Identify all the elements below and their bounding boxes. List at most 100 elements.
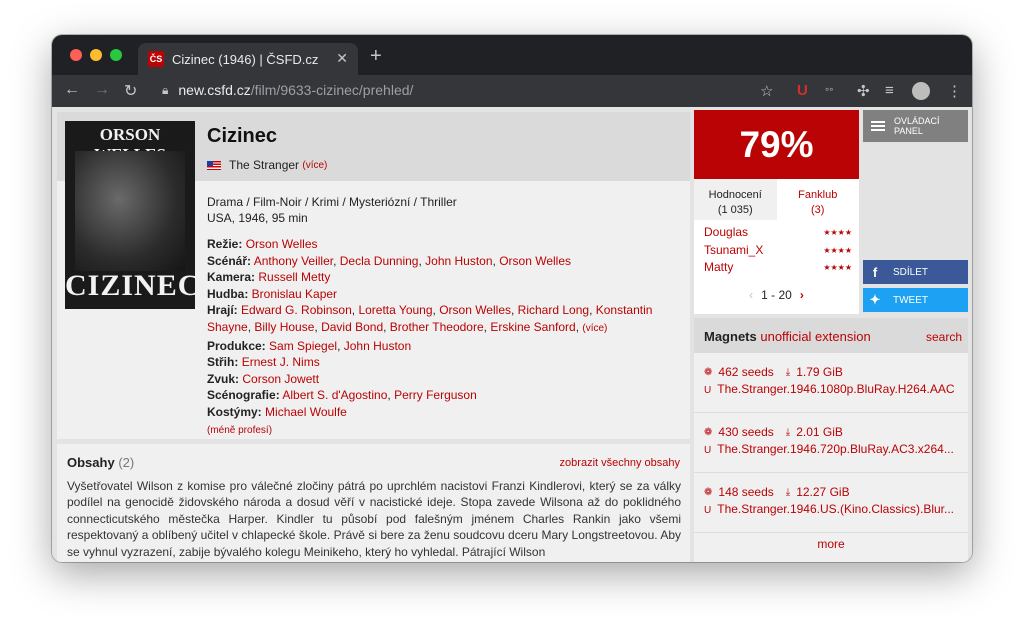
film-creators: Režie: Orson Welles Scénář: Anthony Veil… bbox=[207, 237, 653, 436]
share-tw-label: TWEET bbox=[893, 294, 928, 306]
tab-fanclub[interactable]: Fanklub (3) bbox=[776, 179, 859, 220]
magnet-link[interactable]: The.Stranger.1946.720p.BluRay.AC3.x264..… bbox=[717, 442, 954, 456]
fewer-professions-link[interactable]: (méně profesí) bbox=[207, 425, 272, 436]
creator-link[interactable]: Michael Woulfe bbox=[265, 405, 347, 419]
plots-count: (2) bbox=[118, 455, 135, 470]
magnet-icon: U bbox=[704, 385, 712, 396]
creator-link[interactable]: Bronislau Kaper bbox=[252, 287, 337, 301]
facebook-share-button[interactable]: f SDÍLET bbox=[863, 260, 968, 284]
bookmark-star-icon[interactable]: ☆ bbox=[760, 82, 773, 100]
seeds-icon: ❁ bbox=[704, 486, 713, 498]
url-path: /film/9633-cizinec/prehled/ bbox=[250, 82, 414, 98]
forward-arrow-icon[interactable]: → bbox=[94, 81, 110, 99]
film-title: Cizinec bbox=[207, 125, 278, 147]
creator-link[interactable]: Decla Dunning bbox=[340, 254, 419, 268]
minimize-window-button[interactable] bbox=[90, 49, 102, 61]
rating-box: 79% Hodnocení (1 035) Fanklub (3) Douglas ★… bbox=[694, 110, 859, 314]
magnet-extension-icon[interactable]: U bbox=[797, 82, 808, 99]
address-bar[interactable]: 🔒︎ new.csfd.cz/film/9633-cizinec/prehled… bbox=[162, 82, 413, 98]
list-item: Tsunami_X ★★★★ bbox=[704, 242, 852, 260]
close-window-button[interactable] bbox=[70, 49, 82, 61]
rating-score: 79% bbox=[694, 110, 859, 179]
more-titles-link[interactable]: (více) bbox=[302, 160, 327, 171]
creator-link[interactable]: Albert S. d'Agostino bbox=[282, 388, 387, 402]
actor-link[interactable]: Edward G. Robinson bbox=[241, 303, 352, 317]
reload-icon[interactable]: ↻ bbox=[124, 81, 137, 101]
facebook-icon: f bbox=[872, 264, 878, 280]
actor-link[interactable]: Loretta Young bbox=[358, 303, 432, 317]
cast-more-link[interactable]: (více) bbox=[582, 323, 607, 334]
creator-link[interactable]: Anthony Veiller bbox=[254, 254, 333, 268]
hamburger-icon bbox=[871, 121, 885, 131]
seeds-count: 462 seeds bbox=[718, 365, 774, 379]
seeds-count: 148 seeds bbox=[718, 485, 774, 499]
actor-link[interactable]: Brother Theodore bbox=[390, 320, 484, 334]
stars-icon: ★★★★ bbox=[823, 228, 852, 237]
download-icon: ⤓ bbox=[785, 426, 791, 438]
url-host: new.csfd.cz bbox=[178, 82, 251, 98]
new-tab-icon[interactable]: + bbox=[370, 45, 382, 68]
seeds-icon: ❁ bbox=[704, 426, 713, 438]
creator-link[interactable]: Russell Metty bbox=[258, 270, 330, 284]
actor-link[interactable]: Billy House bbox=[254, 320, 314, 334]
creator-link[interactable]: Corson Jowett bbox=[242, 372, 319, 386]
profile-avatar-icon[interactable] bbox=[912, 82, 930, 100]
maximize-window-button[interactable] bbox=[110, 49, 122, 61]
browser-window: ČS Cizinec (1946) | ČSFD.cz ✕ + ← → ↻ 🔒︎… bbox=[52, 35, 972, 562]
rating-pager: ‹ 1 - 20 › bbox=[694, 288, 859, 302]
magnets-search-link[interactable]: search bbox=[926, 330, 962, 344]
creator-link[interactable]: Orson Welles bbox=[246, 237, 318, 251]
download-icon: ⤓ bbox=[785, 486, 791, 498]
actor-link[interactable]: Orson Welles bbox=[439, 303, 511, 317]
film-poster[interactable]: ORSON WELLES CIZINEC bbox=[65, 121, 195, 309]
creator-link[interactable]: John Huston bbox=[344, 339, 411, 353]
list-item: Matty ★★★★ bbox=[704, 259, 852, 277]
screenplay-label: Scénář: bbox=[207, 253, 252, 268]
list-item: ❁ 462 seeds ⤓ 1.79 GiB U The.Stranger.1946.1… bbox=[694, 353, 968, 413]
magnets-panel: Magnets unofficial extension search ❁ 462… bbox=[694, 318, 968, 562]
browser-tab[interactable]: ČS Cizinec (1946) | ČSFD.cz ✕ bbox=[138, 43, 358, 75]
magnet-link[interactable]: The.Stranger.1946.US.(Kino.Classics).Blu… bbox=[717, 502, 954, 516]
twitter-share-button[interactable]: ✦ TWEET bbox=[863, 288, 968, 312]
menu-kebab-icon[interactable]: ⋮ bbox=[947, 82, 962, 100]
tab-close-icon[interactable]: ✕ bbox=[336, 50, 348, 67]
back-arrow-icon[interactable]: ← bbox=[64, 81, 80, 99]
creator-link[interactable]: Orson Welles bbox=[499, 254, 571, 268]
creator-link[interactable]: Sam Spiegel bbox=[269, 339, 337, 353]
magnets-title: Magnets bbox=[704, 329, 757, 344]
creator-link[interactable]: John Huston bbox=[425, 254, 492, 268]
user-link[interactable]: Matty bbox=[704, 259, 733, 277]
magnets-more-link[interactable]: more bbox=[694, 537, 968, 551]
actor-link[interactable]: Richard Long bbox=[518, 303, 589, 317]
tab-fanclub-count: (3) bbox=[811, 204, 825, 216]
sound-label: Zvuk: bbox=[207, 371, 240, 386]
actor-link[interactable]: David Bond bbox=[321, 320, 383, 334]
file-size: 1.79 GiB bbox=[796, 365, 843, 379]
show-all-plots-link[interactable]: zobrazit všechny obsahy bbox=[560, 457, 680, 469]
magnet-link[interactable]: The.Stranger.1946.1080p.BluRay.H264.AAC bbox=[717, 382, 954, 396]
csfd-favicon-icon: ČS bbox=[148, 51, 164, 67]
extensions-puzzle-icon[interactable]: ✣ bbox=[857, 82, 870, 100]
stars-icon: ★★★★ bbox=[823, 245, 852, 255]
editing-label: Střih: bbox=[207, 355, 239, 370]
tab-ratings[interactable]: Hodnocení (1 035) bbox=[694, 179, 777, 220]
creator-link[interactable]: Perry Ferguson bbox=[394, 388, 477, 402]
plots-section: Obsahy (2) zobrazit všechny obsahy Vyšet… bbox=[57, 444, 690, 562]
actor-link[interactable]: Erskine Sanford bbox=[490, 320, 575, 334]
tab-fanclub-label: Fanklub bbox=[798, 189, 838, 201]
directing-label: Režie: bbox=[207, 237, 243, 251]
control-panel-button[interactable]: OVLÁDACÍ PANEL bbox=[863, 110, 968, 142]
poster-bottom-text: CIZINEC bbox=[65, 269, 195, 302]
prev-page-icon[interactable]: ‹ bbox=[749, 288, 753, 302]
creator-link[interactable]: Ernest J. Nims bbox=[242, 355, 320, 369]
glasses-extension-icon[interactable]: ◦◦ bbox=[825, 82, 834, 96]
seeds-count: 430 seeds bbox=[718, 425, 774, 439]
lock-icon: 🔒︎ bbox=[162, 82, 169, 97]
media-control-icon[interactable]: ≡ bbox=[885, 82, 894, 99]
camera-label: Kamera: bbox=[207, 270, 256, 285]
production-label: Produkce: bbox=[207, 338, 266, 353]
user-link[interactable]: Douglas bbox=[704, 224, 748, 242]
film-info-box: ORSON WELLES CIZINEC Cizinec The Strange… bbox=[57, 112, 690, 439]
user-link[interactable]: Tsunami_X bbox=[704, 242, 763, 260]
next-page-icon[interactable]: › bbox=[800, 288, 804, 302]
